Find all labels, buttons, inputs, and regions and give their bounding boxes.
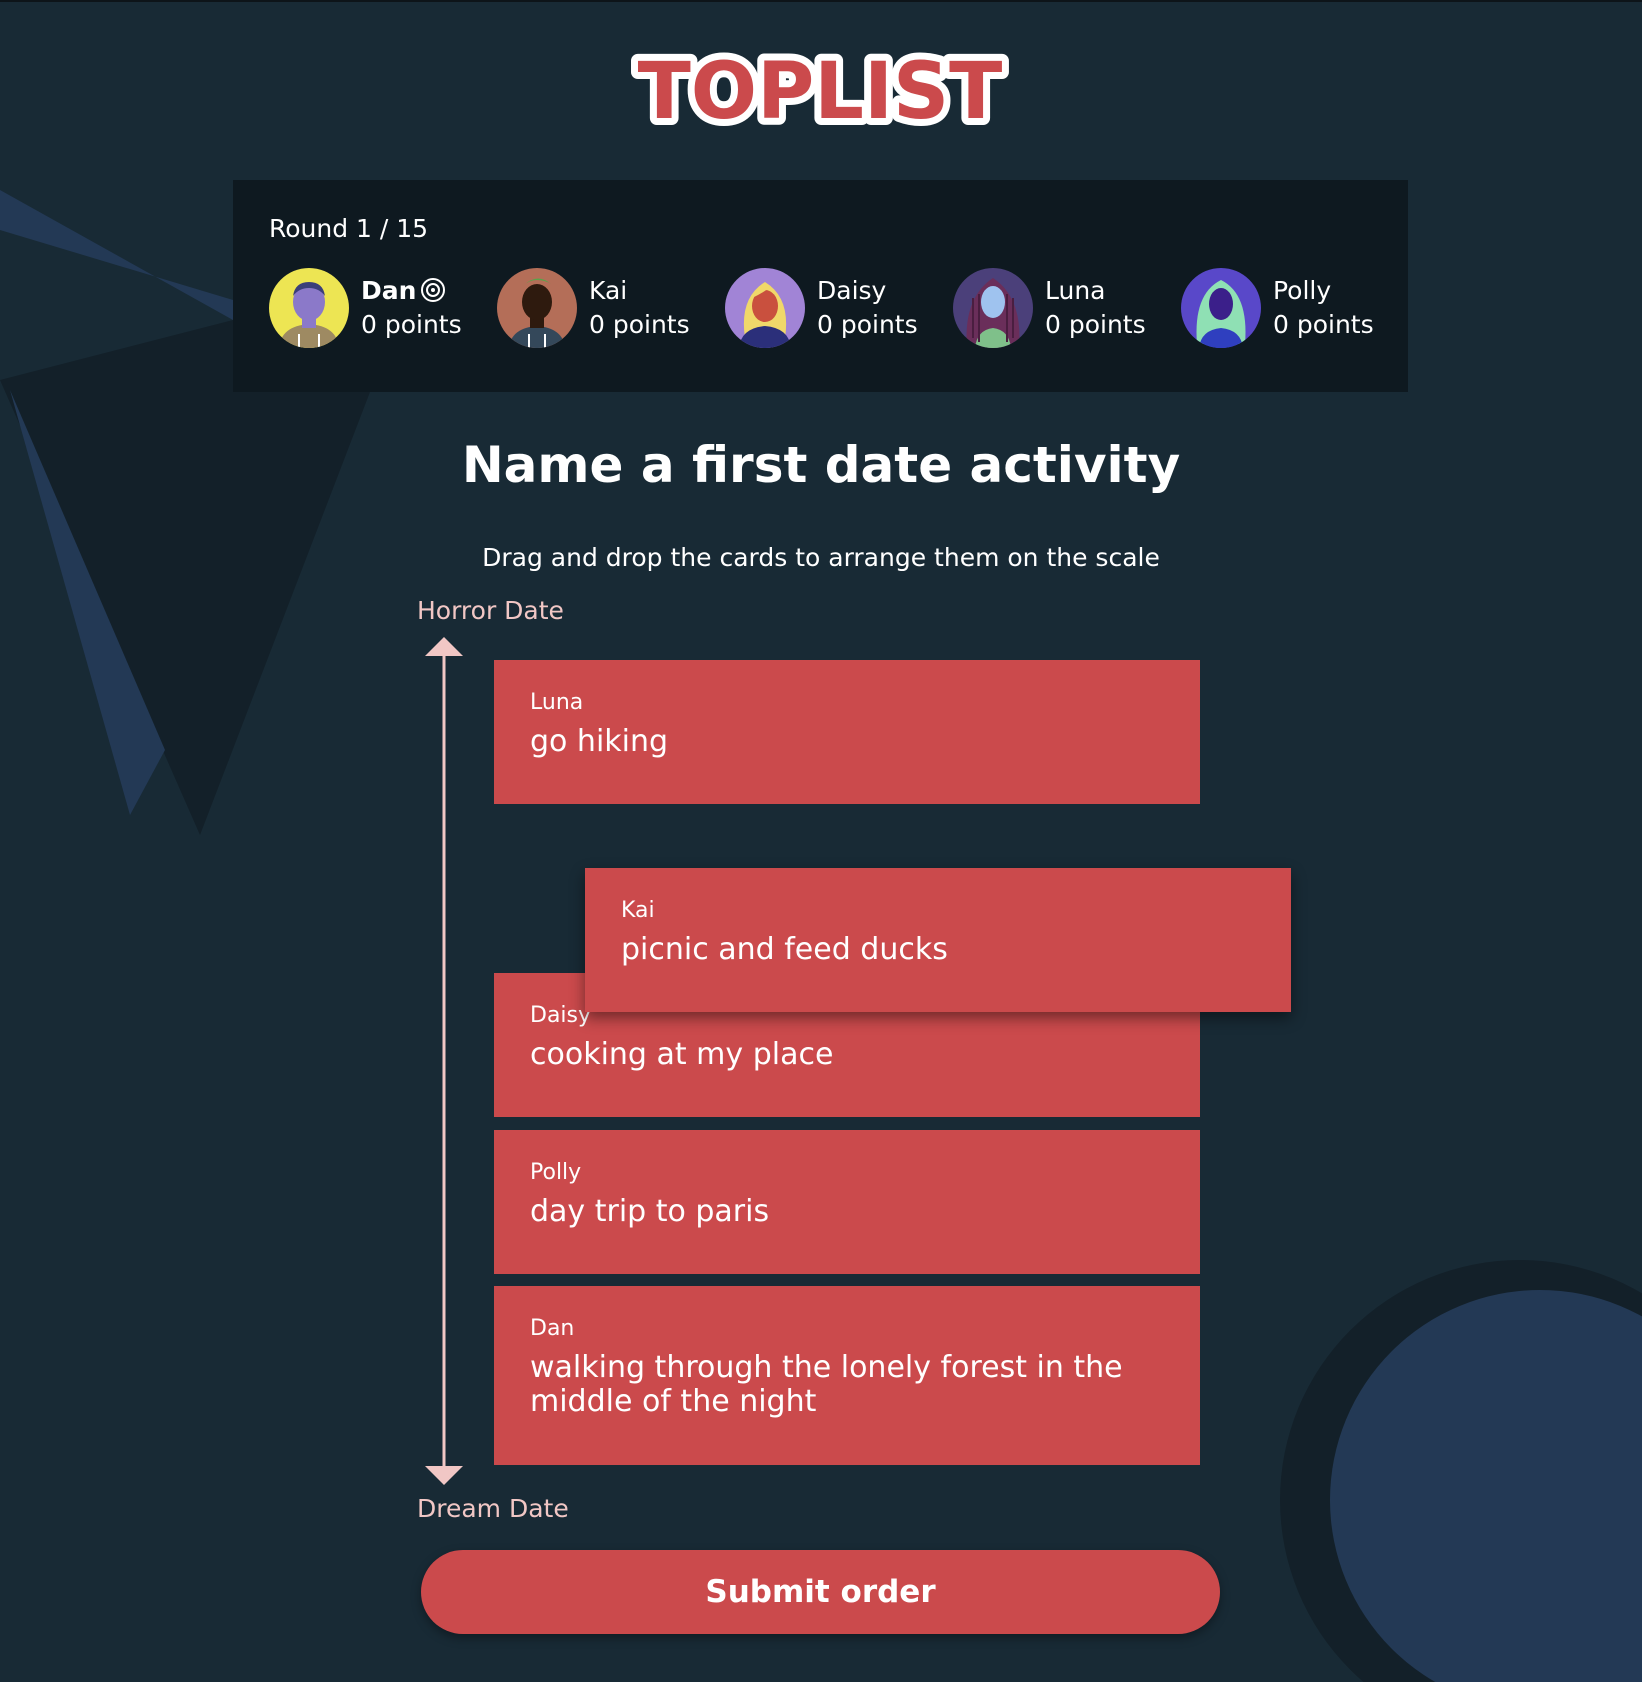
avatar: [725, 268, 805, 348]
instruction-text: Drag and drop the cards to arrange them …: [482, 543, 1160, 572]
window-top-border: [0, 0, 1642, 2]
submit-order-button[interactable]: Submit order: [421, 1550, 1220, 1634]
scale-top-label: Horror Date: [417, 596, 564, 625]
player-points: 0 points: [361, 310, 462, 339]
answer-card[interactable]: Polly day trip to paris: [494, 1130, 1200, 1274]
player-luna: Luna 0 points: [953, 268, 1173, 350]
player-name: Luna: [1045, 276, 1106, 305]
scale-bottom-label: Dream Date: [417, 1494, 569, 1523]
avatar: [953, 268, 1033, 348]
scoreboard: Round 1 / 15 Dan 0 points Kai 0 points D…: [233, 180, 1408, 392]
answer-card[interactable]: Luna go hiking: [494, 660, 1200, 804]
card-text: day trip to paris: [530, 1194, 770, 1229]
avatar: [1181, 268, 1261, 348]
player-kai: Kai 0 points: [497, 268, 717, 350]
toplist-logo: TOPLIST TOPLIST: [631, 40, 1010, 144]
player-name: Kai: [589, 276, 628, 305]
card-text: walking through the lonely forest in the…: [530, 1350, 1123, 1419]
card-text: picnic and feed ducks: [621, 932, 948, 967]
player-name: Daisy: [817, 276, 887, 305]
host-badge-icon: [421, 278, 446, 302]
card-author: Kai: [621, 898, 655, 923]
player-points: 0 points: [817, 310, 918, 339]
player-name: Polly: [1273, 276, 1332, 305]
player-name: Dan: [361, 276, 417, 305]
question-title: Name a first date activity: [461, 436, 1181, 494]
player-points: 0 points: [1273, 310, 1374, 339]
card-text: cooking at my place: [530, 1037, 834, 1072]
player-points: 0 points: [1045, 310, 1146, 339]
card-text: go hiking: [530, 724, 669, 759]
player-daisy: Daisy 0 points: [725, 268, 945, 350]
player-dan: Dan 0 points: [269, 268, 489, 350]
card-author: Dan: [530, 1316, 575, 1341]
player-points: 0 points: [589, 310, 690, 339]
card-author: Polly: [530, 1160, 582, 1185]
answer-card[interactable]: Dan walking through the lonely forest in…: [494, 1286, 1200, 1465]
round-indicator: Round 1 / 15: [269, 214, 429, 243]
avatar: [269, 268, 349, 348]
avatar: [497, 268, 577, 348]
player-polly: Polly 0 points: [1181, 268, 1401, 350]
scale-arrow: [425, 637, 463, 1485]
answer-card-dragging[interactable]: Kai picnic and feed ducks: [585, 868, 1291, 1012]
svg-text:TOPLIST: TOPLIST: [638, 47, 1003, 137]
card-author: Luna: [530, 690, 584, 715]
player-list: Dan 0 points Kai 0 points Daisy 0 points…: [269, 268, 1379, 350]
